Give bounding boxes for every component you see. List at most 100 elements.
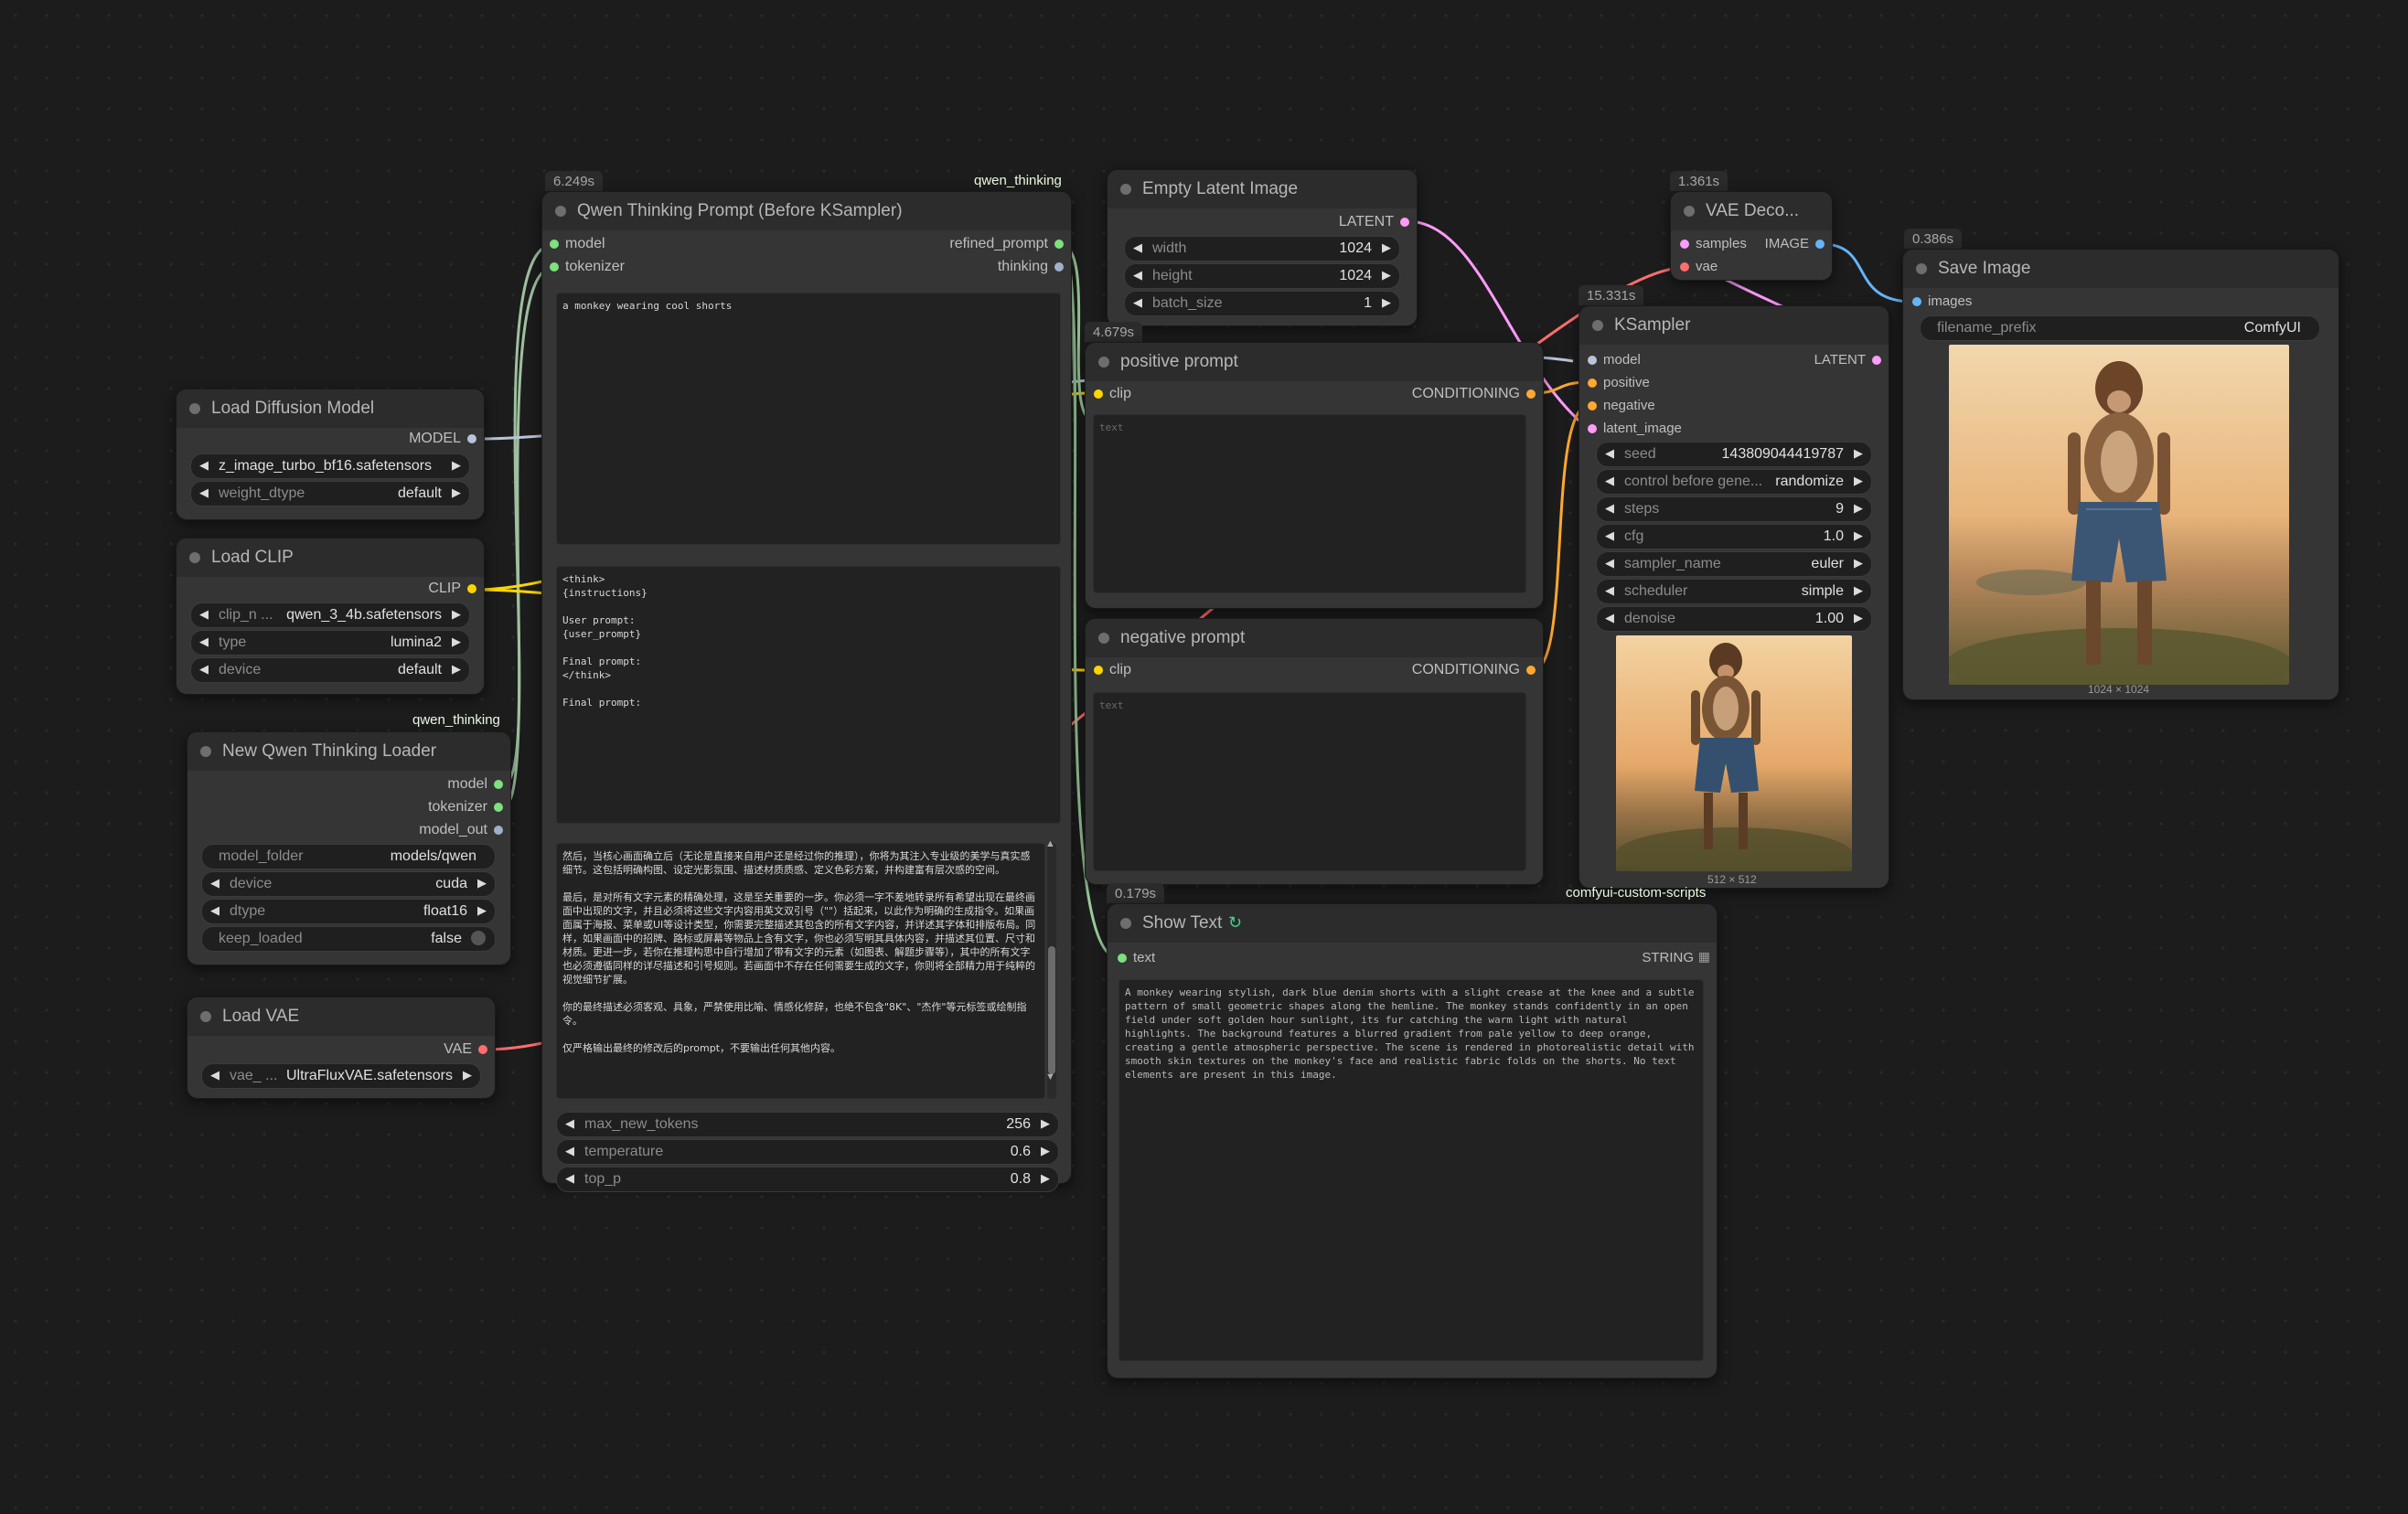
instructions-textarea[interactable]: 然后，当核心画面确立后（无论是直接来自用户还是经过你的推理），你将为其注入专业级… <box>556 843 1045 1099</box>
input-slot-model[interactable]: model <box>550 236 605 252</box>
slot-dot-icon[interactable] <box>1872 356 1881 365</box>
output-slot-conditioning[interactable]: CONDITIONING <box>1412 386 1536 402</box>
scrollbar-thumb[interactable] <box>1048 946 1055 1074</box>
collapse-dot-icon[interactable] <box>1916 263 1927 274</box>
input-slot-images[interactable]: images <box>1912 293 1972 309</box>
slot-dot-icon[interactable] <box>1054 262 1064 272</box>
new-qwen-thinking-loader-node[interactable]: New Qwen Thinking Loader model tokenizer… <box>187 731 511 965</box>
input-slot-tokenizer[interactable]: tokenizer <box>550 259 625 275</box>
vae-decode-node[interactable]: VAE Deco... samples vae IMAGE <box>1670 191 1833 281</box>
slot-dot-icon[interactable] <box>494 826 503 835</box>
qwen-thinking-prompt-node[interactable]: Qwen Thinking Prompt (Before KSampler) m… <box>541 191 1072 1192</box>
weight-dtype-widget[interactable]: ◀ weight_dtype default ▶ <box>190 481 470 506</box>
node-title-bar[interactable]: Show Text ↻ <box>1108 904 1717 943</box>
input-slot-samples[interactable]: samples <box>1680 236 1747 251</box>
increment-arrow-icon[interactable]: ▶ <box>452 458 461 473</box>
increment-arrow-icon[interactable]: ▶ <box>452 662 461 677</box>
unet-name-widget[interactable]: ◀ z_image_turbo_bf16.safetensors ▶ <box>190 453 470 479</box>
batch-size-widget[interactable]: ◀ batch_size 1 ▶ <box>1124 291 1400 316</box>
input-slot-vae[interactable]: vae <box>1680 259 1718 274</box>
output-slot-clip[interactable]: CLIP <box>428 581 476 597</box>
slot-dot-icon[interactable] <box>1815 240 1825 249</box>
model-folder-widget[interactable]: model_folder models/qwen <box>201 844 496 869</box>
slot-dot-icon[interactable] <box>1400 218 1409 227</box>
increment-arrow-icon[interactable]: ▶ <box>452 485 461 500</box>
height-widget[interactable]: ◀ height 1024 ▶ <box>1124 263 1400 289</box>
increment-arrow-icon[interactable]: ▶ <box>1854 556 1863 570</box>
increment-arrow-icon[interactable]: ▶ <box>1382 240 1391 255</box>
decrement-arrow-icon[interactable]: ◀ <box>199 662 209 677</box>
increment-arrow-icon[interactable]: ▶ <box>1854 528 1863 543</box>
seed-widget[interactable]: ◀ seed 143809044419787 ▶ <box>1596 442 1872 467</box>
decrement-arrow-icon[interactable]: ◀ <box>1605 583 1614 598</box>
decrement-arrow-icon[interactable]: ◀ <box>1605 474 1614 488</box>
collapse-dot-icon[interactable] <box>1684 206 1695 217</box>
node-title-bar[interactable]: VAE Deco... <box>1671 192 1832 230</box>
increment-arrow-icon[interactable]: ▶ <box>1041 1144 1050 1158</box>
increment-arrow-icon[interactable]: ▶ <box>1382 268 1391 283</box>
slot-dot-icon[interactable] <box>1680 262 1689 272</box>
decrement-arrow-icon[interactable]: ◀ <box>210 903 219 918</box>
device-widget[interactable]: ◀ device cuda ▶ <box>201 871 496 897</box>
output-slot-model[interactable]: model <box>447 776 503 793</box>
input-slot-clip[interactable]: clip <box>1094 386 1131 402</box>
node-title-bar[interactable]: negative prompt <box>1086 619 1543 657</box>
increment-arrow-icon[interactable]: ▶ <box>1854 501 1863 516</box>
positive-prompt-node[interactable]: positive prompt clip CONDITIONING text <box>1085 342 1544 609</box>
scroll-up-icon[interactable]: ▲ <box>1045 838 1055 849</box>
slot-dot-icon[interactable] <box>1118 954 1127 963</box>
decrement-arrow-icon[interactable]: ◀ <box>1605 556 1614 570</box>
node-title-bar[interactable]: Load VAE <box>187 997 495 1036</box>
slot-dot-icon[interactable] <box>478 1045 487 1054</box>
slot-dot-icon[interactable] <box>494 780 503 789</box>
output-slot-latent[interactable]: LATENT <box>1814 352 1881 368</box>
ksampler-node[interactable]: KSampler model positive negative latent_… <box>1579 305 1889 889</box>
collapse-dot-icon[interactable] <box>1120 184 1131 195</box>
slot-dot-icon[interactable] <box>467 584 476 593</box>
toggle-knob-icon[interactable] <box>471 931 486 945</box>
decrement-arrow-icon[interactable]: ◀ <box>1605 501 1614 516</box>
positive-text-input[interactable]: text <box>1093 414 1526 593</box>
slot-dot-icon[interactable] <box>467 434 476 443</box>
increment-arrow-icon[interactable]: ▶ <box>463 1068 472 1082</box>
input-slot-clip[interactable]: clip <box>1094 662 1131 678</box>
vae-name-widget[interactable]: ◀ vae_ ... UltraFluxVAE.safetensors ▶ <box>201 1063 481 1089</box>
collapse-dot-icon[interactable] <box>200 746 211 757</box>
filename-prefix-widget[interactable]: filename_prefix ComfyUI <box>1920 315 2320 341</box>
decrement-arrow-icon[interactable]: ◀ <box>1133 268 1142 283</box>
node-title-bar[interactable]: KSampler <box>1579 306 1889 345</box>
output-slot-model[interactable]: MODEL <box>409 431 476 447</box>
slot-dot-icon[interactable] <box>550 262 559 272</box>
decrement-arrow-icon[interactable]: ◀ <box>1605 611 1614 625</box>
decrement-arrow-icon[interactable]: ◀ <box>199 458 209 473</box>
increment-arrow-icon[interactable]: ▶ <box>1854 611 1863 625</box>
decrement-arrow-icon[interactable]: ◀ <box>565 1116 574 1131</box>
slot-dot-icon[interactable] <box>1094 389 1103 399</box>
collapse-dot-icon[interactable] <box>1592 320 1603 331</box>
save-image-node[interactable]: Save Image images filename_prefix ComfyU… <box>1902 249 2339 700</box>
output-slot-tokenizer[interactable]: tokenizer <box>428 799 503 816</box>
collapse-dot-icon[interactable] <box>555 206 566 217</box>
slot-dot-icon[interactable] <box>1912 297 1921 306</box>
show-text-output[interactable]: A monkey wearing stylish, dark blue deni… <box>1118 979 1704 1361</box>
type-widget[interactable]: ◀ type lumina2 ▶ <box>190 630 470 656</box>
output-slot-refined-prompt[interactable]: refined_prompt <box>949 236 1064 252</box>
decrement-arrow-icon[interactable]: ◀ <box>1605 528 1614 543</box>
temperature-widget[interactable]: ◀ temperature 0.6 ▶ <box>556 1139 1059 1165</box>
list-grid-icon[interactable]: ▦ <box>1698 949 1710 965</box>
scroll-down-icon[interactable]: ▼ <box>1045 1072 1055 1082</box>
collapse-dot-icon[interactable] <box>189 552 200 563</box>
empty-latent-image-node[interactable]: Empty Latent Image LATENT ◀ width 1024 ▶… <box>1107 169 1418 326</box>
decrement-arrow-icon[interactable]: ◀ <box>565 1171 574 1186</box>
slot-dot-icon[interactable] <box>1588 424 1597 433</box>
keep-loaded-toggle[interactable]: keep_loaded false <box>201 926 496 952</box>
slot-dot-icon[interactable] <box>1680 240 1689 249</box>
slot-dot-icon[interactable] <box>1094 666 1103 675</box>
decrement-arrow-icon[interactable]: ◀ <box>199 485 209 500</box>
increment-arrow-icon[interactable]: ▶ <box>1041 1171 1050 1186</box>
max-new-tokens-widget[interactable]: ◀ max_new_tokens 256 ▶ <box>556 1112 1059 1137</box>
sampler-name-widget[interactable]: ◀ sampler_name euler ▶ <box>1596 551 1872 577</box>
output-slot-image[interactable]: IMAGE <box>1765 236 1825 251</box>
cfg-widget[interactable]: ◀ cfg 1.0 ▶ <box>1596 524 1872 549</box>
increment-arrow-icon[interactable]: ▶ <box>1382 295 1391 310</box>
